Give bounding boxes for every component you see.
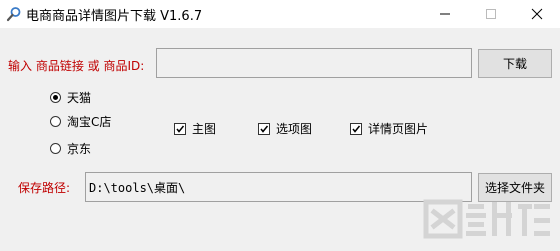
checkbox-label: 主图 xyxy=(192,122,217,136)
radio-tmall[interactable]: 天猫 xyxy=(50,89,91,106)
save-path-label: 保存路径: xyxy=(18,181,71,195)
maximize-icon xyxy=(486,9,496,19)
minimize-button[interactable] xyxy=(422,0,468,28)
radio-taobao[interactable]: 淘宝C店 xyxy=(50,113,111,130)
watermark-graphic xyxy=(423,199,550,239)
radio-indicator[interactable] xyxy=(50,143,61,154)
check-icon xyxy=(352,125,361,133)
product-input-label: 输入 商品链接 或 商品ID: xyxy=(8,59,145,73)
radio-jd[interactable]: 京东 xyxy=(50,140,91,157)
checkbox-label: 选项图 xyxy=(276,122,313,136)
checkbox-box[interactable] xyxy=(174,122,186,135)
close-icon xyxy=(531,8,543,20)
radio-label: 天猫 xyxy=(67,91,92,105)
close-button[interactable] xyxy=(514,0,560,28)
title-bar[interactable]: 电商商品详情图片下载 V1.6.7 xyxy=(0,0,560,28)
checkbox-box[interactable] xyxy=(350,122,362,135)
window-title: 电商商品详情图片下载 V1.6.7 xyxy=(26,9,203,24)
maximize-button[interactable] xyxy=(468,0,514,28)
checkbox-box[interactable] xyxy=(258,122,270,135)
minimize-icon xyxy=(440,13,450,15)
magnifier-icon xyxy=(6,6,22,22)
download-button[interactable]: 下载 xyxy=(478,49,552,78)
radio-indicator[interactable] xyxy=(50,116,61,127)
check-icon xyxy=(176,125,185,133)
save-path-field[interactable]: D:\tools\桌面\ xyxy=(85,172,472,202)
product-id-input[interactable] xyxy=(156,48,472,78)
check-icon xyxy=(260,125,269,133)
radio-label: 淘宝C店 xyxy=(67,115,112,129)
checkbox-label: 详情页图片 xyxy=(368,122,429,136)
checkbox-detail-images[interactable]: 详情页图片 xyxy=(350,120,428,137)
watermark-logo xyxy=(422,196,554,248)
radio-indicator[interactable] xyxy=(50,92,61,103)
checkbox-option-images[interactable]: 选项图 xyxy=(258,120,312,137)
checkbox-main-images[interactable]: 主图 xyxy=(174,120,216,137)
radio-label: 京东 xyxy=(67,142,92,156)
